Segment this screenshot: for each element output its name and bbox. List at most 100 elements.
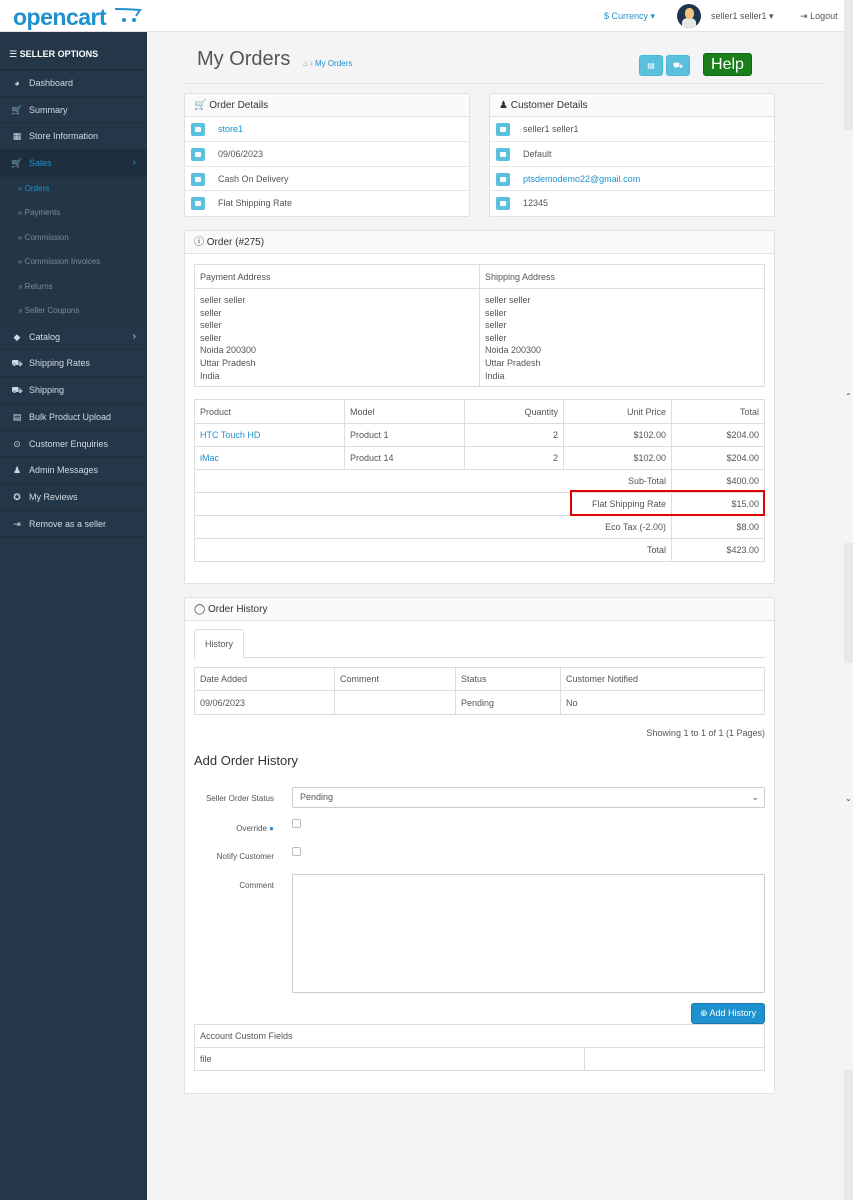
notify-checkbox[interactable] (292, 847, 301, 856)
logout-link[interactable]: ⇥ Logout (800, 11, 838, 22)
product-link[interactable]: iMac (200, 453, 219, 463)
col-model: Model (344, 399, 465, 424)
sidebar-item-sales[interactable]: 🛒 Sales › (0, 150, 147, 177)
comment-icon: ◯ (194, 604, 206, 615)
opencart-logo[interactable]: opencart (13, 4, 142, 31)
comment-textarea[interactable] (292, 874, 765, 993)
avatar[interactable] (677, 4, 701, 28)
bottom-scrollbar-thumb[interactable] (844, 1070, 853, 1200)
currency-dropdown[interactable]: $ Currency ▾ (604, 11, 655, 22)
table-row: iMac Product 14 2 $102.00 $204.00 (194, 446, 765, 470)
order-store-row: store1 (185, 117, 469, 142)
highlight-box (570, 490, 765, 516)
tab-history[interactable]: History (194, 629, 244, 659)
question-icon: ⊙ (13, 438, 21, 449)
top-scrollbar-thumb[interactable] (844, 0, 853, 130)
sidebar-item-shipping[interactable]: ⛟ Shipping (0, 377, 147, 404)
cart-icon: 🛒 (11, 104, 23, 115)
store-icon: ▦ (12, 131, 22, 142)
payment-address-cell: seller seller seller seller seller Noida 200… (194, 288, 480, 387)
history-tabbar: History (194, 629, 765, 659)
file-icon: ▤ (12, 411, 22, 422)
status-label: Seller Order Status (205, 794, 274, 803)
truck-icon: ⛟ (11, 358, 23, 369)
shipping-address-cell: seller seller seller seller seller Noida 200… (479, 288, 765, 387)
user-plus-icon: ♟ (12, 465, 22, 476)
product-link[interactable]: HTC Touch HD (200, 430, 260, 440)
user-menu[interactable]: seller1 seller1 ▾ (711, 11, 774, 22)
title-divider (184, 83, 824, 84)
col-status: Status (455, 667, 561, 691)
products-table: Product Model Quantity Unit Price Total … (194, 399, 765, 562)
sidebar-subitem-returns[interactable]: » Returns (0, 274, 147, 300)
shipping-address-header: Shipping Address (479, 264, 765, 289)
calendar-icon (191, 147, 205, 161)
sidebar-item-admin-messages[interactable]: ♟ Admin Messages (0, 457, 147, 484)
dashboard-icon: ◕ (14, 78, 20, 88)
eco-tax-row: Eco Tax (-2.00) $8.00 (194, 515, 765, 539)
payment-method-row: Cash On Delivery (185, 167, 469, 192)
sidebar-item-my-reviews[interactable]: ✪ My Reviews (0, 484, 147, 511)
envelope-icon (496, 172, 510, 186)
scroll-up-arrow-icon[interactable]: ⌃ (845, 392, 852, 401)
history-table: Date Added Comment Status Customer Notif… (194, 667, 765, 715)
order-status-select[interactable]: Pending ⌄ (292, 787, 765, 808)
add-history-button[interactable]: ⊕ Add History (691, 1003, 765, 1024)
col-product: Product (194, 399, 345, 424)
sidebar-item-shipping-rates[interactable]: ⛟ Shipping Rates (0, 350, 147, 378)
customer-details-heading: ♟ Customer Details (490, 94, 774, 117)
customer-email-link[interactable]: ptsdemodemo22@gmail.com (523, 174, 640, 184)
sidebar-item-summary[interactable]: 🛒 Summary (0, 97, 147, 124)
breadcrumb-my-orders[interactable]: My Orders (315, 59, 352, 68)
phone-icon (496, 197, 510, 211)
customer-phone-row: 12345 (490, 191, 774, 216)
order-history-heading: ◯ Order History (185, 598, 774, 621)
question-circle-icon[interactable]: ● (269, 824, 274, 833)
override-label: Override ● (236, 824, 274, 833)
credit-card-icon (191, 172, 205, 186)
order-history-panel: ◯ Order History History Date Added Comme… (184, 597, 775, 1094)
user-icon: ♟ (499, 100, 508, 111)
table-row: HTC Touch HD Product 1 2 $102.00 $204.00 (194, 423, 765, 447)
print-invoice-button[interactable]: ▤ (639, 55, 663, 76)
breadcrumb: ⌂ › My Orders (303, 59, 353, 68)
sidebar-item-dashboard[interactable]: ◕ Dashboard (0, 70, 147, 97)
col-comment: Comment (334, 667, 456, 691)
mid-scrollbar-thumb[interactable] (844, 543, 853, 663)
table-row: 09/06/2023 Pending No (194, 690, 765, 715)
sidebar-item-customer-enquiries[interactable]: ⊙ Customer Enquiries (0, 431, 147, 458)
sidebar-subitem-orders[interactable]: » Orders (0, 176, 147, 202)
help-button[interactable]: Help (703, 53, 752, 76)
menu-icon: ☰ (9, 49, 18, 59)
group-icon (496, 147, 510, 161)
customer-details-panel: ♟ Customer Details seller1 seller1 Defau… (489, 93, 775, 217)
sidebar-item-store-information[interactable]: ▦ Store Information (0, 123, 147, 151)
user-icon (496, 123, 510, 136)
life-ring-icon: ✪ (13, 491, 21, 502)
seller-sidebar: ☰ SELLER OPTIONS ◕ Dashboard 🛒 Summary ▦ St… (0, 32, 147, 1200)
scroll-down-arrow-icon[interactable]: ⌄ (845, 794, 852, 803)
sidebar-subitem-commission[interactable]: » Commission (0, 225, 147, 251)
notify-label: Notify Customer (216, 852, 274, 861)
shipping-method-row: Flat Shipping Rate (185, 191, 469, 216)
custom-fields-header: Account Custom Fields (194, 1024, 765, 1048)
sidebar-subitem-payments[interactable]: » Payments (0, 201, 147, 226)
chevron-right-icon: › (132, 157, 136, 169)
sidebar-item-bulk-product-upload[interactable]: ▤ Bulk Product Upload (0, 404, 147, 431)
order-details-heading: 🛒 Order Details (185, 94, 469, 117)
sidebar-item-remove-as-seller[interactable]: ⇥ Remove as a seller (0, 511, 147, 538)
sidebar-item-catalog[interactable]: ◆ Catalog › (0, 324, 147, 351)
cart-logo-icon (114, 8, 142, 22)
sidebar-subitem-seller-coupons[interactable]: » Seller Coupons (0, 299, 147, 324)
chevron-down-icon: ⌄ (751, 792, 759, 802)
order-heading: ⓘ Order (#275) (185, 231, 774, 254)
override-checkbox[interactable] (292, 819, 301, 828)
sidebar-subitem-commission-invoices[interactable]: » Commission Invoices (0, 250, 147, 275)
sidebar-title[interactable]: ☰ SELLER OPTIONS (0, 32, 147, 70)
print-shipping-button[interactable]: ⛟ (666, 55, 690, 76)
store-link[interactable]: store1 (218, 124, 243, 134)
home-icon[interactable]: ⌂ (303, 59, 308, 68)
customer-group-row: Default (490, 142, 774, 167)
info-icon: ⓘ (194, 237, 204, 248)
caret-down-icon: ▾ (769, 11, 774, 21)
